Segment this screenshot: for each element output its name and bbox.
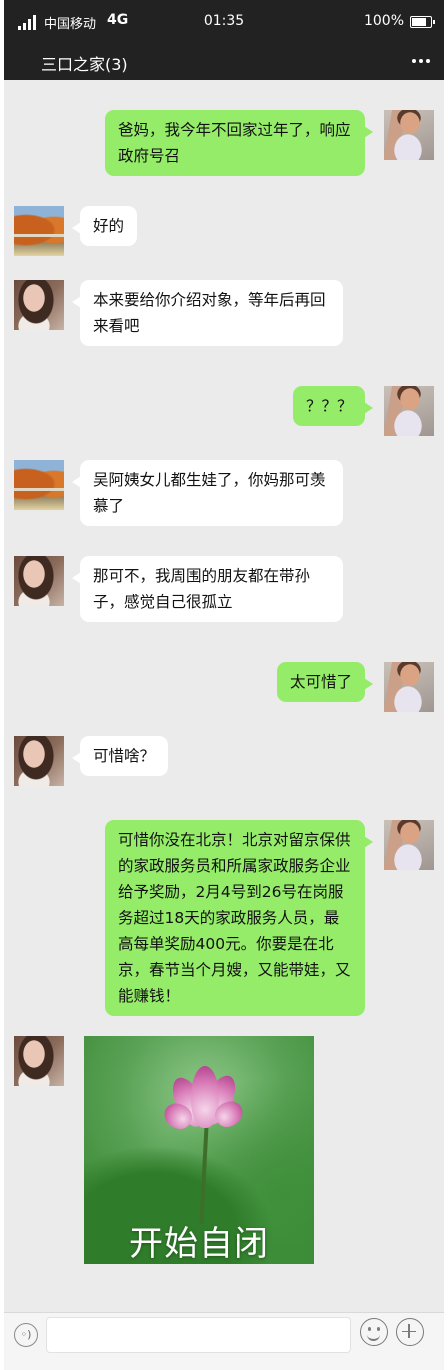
avatar-mom[interactable] [14, 556, 64, 606]
avatar-me[interactable] [384, 386, 434, 436]
message-bubble[interactable]: 那可不，我周围的朋友都在带孙子，感觉自己很孤立 [72, 556, 343, 622]
input-bar: ◦) [4, 1312, 444, 1370]
battery-icon [410, 16, 435, 28]
message-bubble[interactable]: 吴阿姨女儿都生娃了，你妈那可羡慕了 [72, 460, 343, 526]
message-input[interactable] [46, 1317, 351, 1353]
avatar-dad[interactable] [14, 206, 64, 256]
avatar-dad[interactable] [14, 460, 64, 510]
avatar-mom[interactable] [14, 1036, 64, 1086]
chat-title: 三口之家(3) [41, 55, 128, 74]
sticker-caption: 开始自闭 [129, 1224, 269, 1264]
message-list[interactable]: 爸妈，我今年不回家过年了，响应政府号召 好的 本来要给你介绍对象，等年后再回来看… [4, 80, 444, 1312]
message-bubble[interactable]: 好的 [71, 206, 138, 246]
message-bubble[interactable]: 可惜啥？ [71, 736, 169, 776]
message-bubble[interactable]: 本来要给你介绍对象，等年后再回来看吧 [72, 280, 343, 346]
message-bubble[interactable]: 太可惜了 [277, 662, 373, 702]
emoji-icon[interactable] [360, 1318, 388, 1346]
avatar-me[interactable] [384, 820, 434, 870]
more-dots-icon[interactable] [412, 59, 430, 63]
avatar-mom[interactable] [14, 280, 64, 330]
avatar-mom[interactable] [14, 736, 64, 786]
sticker-image[interactable]: 开始自闭 [84, 1036, 314, 1264]
message-bubble[interactable]: ？？？ [293, 386, 373, 426]
lotus-stem [199, 1123, 209, 1225]
message-bubble[interactable]: 可惜你没在北京！北京对留京保供的家政服务员和所属家政服务企业给予奖励，2月4号到… [105, 820, 373, 1016]
chat-screen: 中国移动 4G 01:35 100% 三口之家(3) 爸妈，我今年不回家过年了，… [4, 0, 444, 1370]
chat-header: 三口之家(3) [4, 42, 444, 80]
voice-icon[interactable]: ◦) [14, 1323, 38, 1347]
message-bubble[interactable]: 爸妈，我今年不回家过年了，响应政府号召 [105, 110, 373, 176]
avatar-me[interactable] [384, 662, 434, 712]
status-bar: 中国移动 4G 01:35 100% [4, 0, 444, 42]
battery-percent: 100% [363, 13, 404, 29]
plus-icon[interactable] [396, 1318, 424, 1346]
avatar-me[interactable] [384, 110, 434, 160]
